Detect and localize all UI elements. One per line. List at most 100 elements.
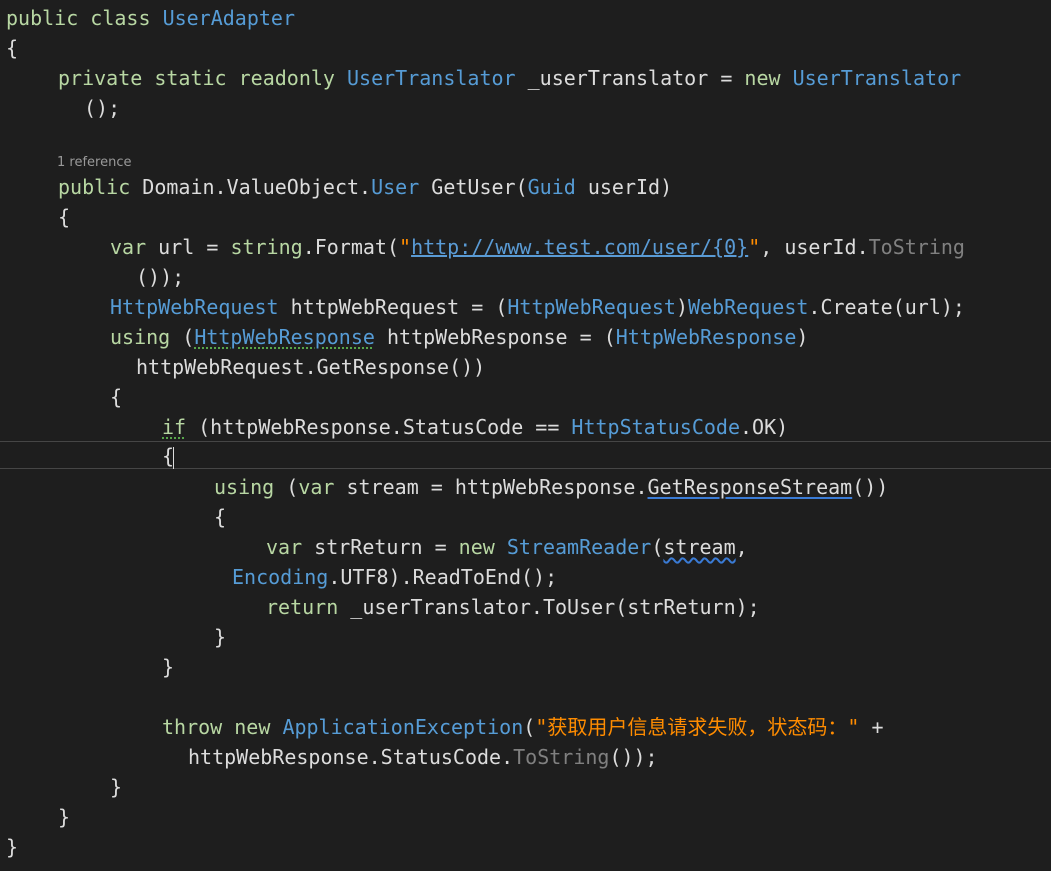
code-line-8[interactable]: ()); [136,262,184,292]
variable-str-return: strReturn = [314,535,447,559]
codelens-references[interactable]: 1 reference [57,153,131,173]
string-quote-close: " [748,235,761,259]
code-line-17[interactable]: var strReturn = new StreamReader(stream, [266,532,748,562]
brace: { [58,205,71,229]
code-line-7[interactable]: var url = string.Format("http://www.test… [110,232,965,262]
cast-http-web-request: HttpWebRequest [507,295,676,319]
operator-plus: + [871,715,884,739]
code-line-2[interactable]: { [6,33,18,63]
keyword-static: static [154,66,227,90]
brace: { [110,385,123,409]
code-line-12[interactable]: { [110,382,122,412]
code-line-24[interactable]: } [110,772,122,802]
keyword-return: return [266,595,339,619]
method-name: GetUser( [431,175,528,199]
type-web-request: WebRequest [688,295,809,319]
keyword-throw: throw [162,715,223,739]
argument-stream: stream [663,535,736,559]
ctor-call: (); [84,96,121,120]
keyword-using: using [214,475,275,499]
code-line-10[interactable]: using (HttpWebResponse httpWebResponse =… [110,322,808,352]
namespace: Domain.ValueObject. [142,175,372,199]
keyword-private: private [58,66,143,90]
code-line-16[interactable]: { [214,502,226,532]
keyword-new: new [744,66,781,90]
code-line-20[interactable]: } [214,622,226,652]
keyword-var: var [266,535,303,559]
code-line-6[interactable]: { [58,202,70,232]
type-guid: Guid [527,175,576,199]
call-end: ()); [136,265,185,289]
type-encoding: Encoding [232,565,329,589]
comma: , [735,535,748,559]
brace: } [58,805,71,829]
get-response-call: httpWebRequest.GetResponse()) [136,355,486,379]
code-line-21[interactable]: } [162,652,174,682]
brace: { [6,36,19,60]
text-caret [173,446,175,469]
keyword-var: var [298,475,335,499]
cast-http-web-response: HttpWebResponse [615,325,797,349]
keyword-new: new [234,715,271,739]
code-line-15[interactable]: using (var stream = httpWebResponse.GetR… [214,472,888,502]
code-line-5[interactable]: public Domain.ValueObject.User GetUser(G… [58,172,672,202]
paren: ( [182,325,195,349]
current-line-highlight [0,441,1051,469]
type-http-status-code: HttpStatusCode [571,415,740,439]
keyword-new: new [458,535,495,559]
brace: } [162,655,175,679]
string-error-message: "获取用户信息请求失败，状态码：" [535,715,860,739]
keyword-string: string [230,235,303,259]
string-quote-open: " [399,235,412,259]
code-line-13[interactable]: if (httpWebResponse.StatusCode == HttpSt… [162,412,788,442]
args: , userId. [760,235,869,259]
url-link[interactable]: http://www.test.com/user/{0} [411,235,748,259]
code-line-1[interactable]: public class UserAdapter [6,3,295,33]
call-end: ()) [852,475,889,499]
paren: ) [675,295,688,319]
keyword-var: var [110,235,147,259]
code-line-11[interactable]: httpWebRequest.GetResponse()) [136,352,485,382]
operator-equals: = [720,66,733,90]
keyword-if: if [162,415,187,439]
type-http-web-request: HttpWebRequest [110,295,279,319]
variable-stream: stream = httpWebResponse. [346,475,648,499]
code-editor[interactable]: public class UserAdapter { private stati… [0,0,1051,871]
type-stream-reader: StreamReader [506,535,652,559]
call-end: ()); [609,745,658,769]
status-code-expr: httpWebResponse.StatusCode. [188,745,514,769]
keyword-readonly: readonly [238,66,335,90]
code-line-23[interactable]: httpWebResponse.StatusCode.ToString()); [188,742,658,772]
variable-http-web-response: httpWebResponse = ( [386,325,616,349]
code-line-22[interactable]: throw new ApplicationException("获取用户信息请求… [162,712,884,742]
format-call: .Format( [302,235,400,259]
field-name: _userTranslator [527,66,709,90]
code-line-3[interactable]: private static readonly UserTranslator _… [58,63,961,93]
create-call: .Create(url); [808,295,965,319]
keyword-public: public [6,6,79,30]
condition: (httpWebResponse.StatusCode == [198,415,560,439]
code-line-18[interactable]: Encoding.UTF8).ReadToEnd(); [232,562,557,592]
read-to-end-call: .UTF8).ReadToEnd(); [328,565,558,589]
parameter: userId) [587,175,673,199]
method-tostring: ToString [513,745,610,769]
method-tostring: ToString [868,235,965,259]
brace: } [214,625,227,649]
code-line-25[interactable]: } [58,802,70,832]
type-user: User [371,175,420,199]
type-application-exception: ApplicationException [282,715,524,739]
paren: ( [286,475,299,499]
keyword-using: using [110,325,171,349]
type-user-translator-ctor: UserTranslator [792,66,962,90]
code-line-4[interactable]: (); [84,93,120,123]
brace: } [110,775,123,799]
code-line-19[interactable]: return _userTranslator.ToUser(strReturn)… [266,592,760,622]
paren: ( [523,715,536,739]
keyword-public: public [58,175,131,199]
class-name: UserAdapter [162,6,296,30]
type-http-web-response: HttpWebResponse [194,325,375,349]
code-line-9[interactable]: HttpWebRequest httpWebRequest = (HttpWeb… [110,292,965,322]
method-get-response-stream: GetResponseStream [647,475,853,499]
code-line-26[interactable]: } [6,832,18,862]
code-line-14[interactable]: { [162,441,175,471]
